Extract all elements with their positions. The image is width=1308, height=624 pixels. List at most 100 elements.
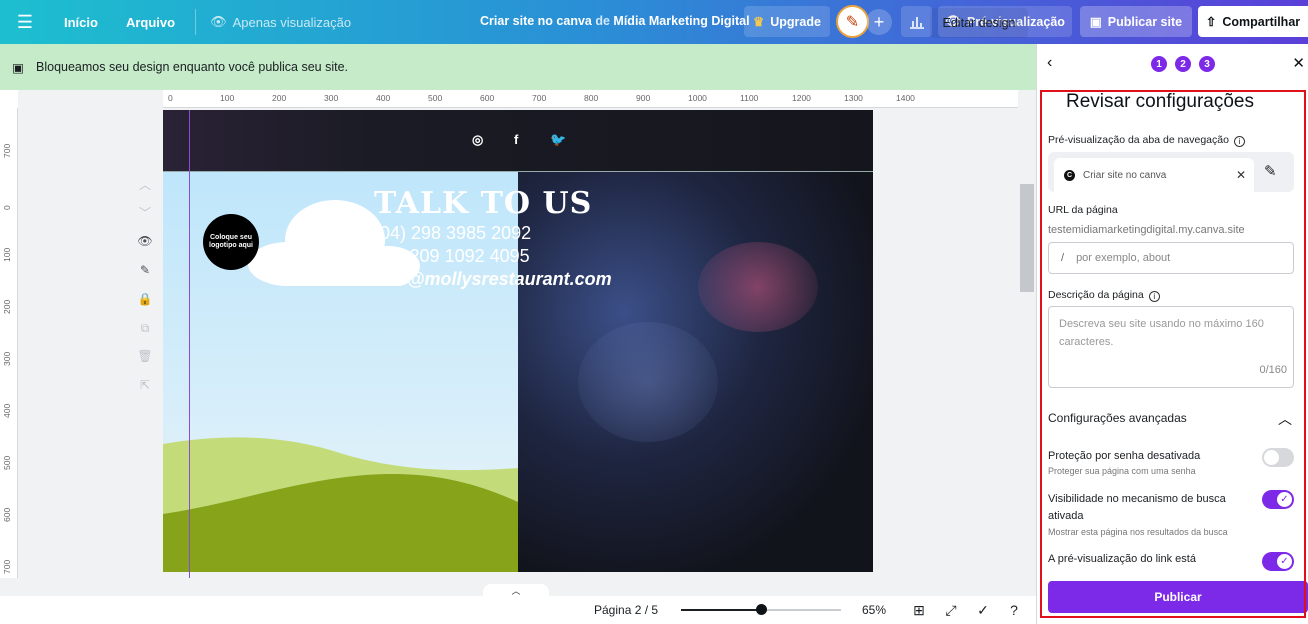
chevron-down-icon[interactable]: ﹀ [137,204,153,220]
eye-icon: 👁 [210,14,227,29]
trash-icon[interactable]: 🗑 [137,348,153,364]
back-icon[interactable]: ‹ [1047,54,1052,72]
search-visibility-subtitle: Mostrar esta página nos resultados da bu… [1048,527,1228,537]
publish-site-label: Publicar site [1107,14,1183,29]
notes-icon[interactable]: ✎ [137,262,153,278]
edit-design-button[interactable]: Editar design [930,8,1028,38]
tab-preview-label-text: Pré-visualização da aba de navegação [1048,134,1229,146]
add-page-icon[interactable]: ⇱ [137,377,153,393]
zoom-level[interactable]: 65% [862,603,886,617]
ruler-tick-label: 600 [2,507,12,522]
facebook-icon: f [514,132,519,147]
url-domain: testemidiamarketingdigital.my.canva.site [1048,224,1245,236]
description-field[interactable]: Descreva seu site usando no máximo 160 c… [1048,306,1294,388]
page-indicator[interactable]: Página 2 / 5 [594,603,658,617]
ruler-tick-label: 200 [272,93,287,103]
ruler-left: 700 0 100 200 300 400 500 600 700 [0,108,18,578]
email: info@mollysrestaurant.com [374,269,612,289]
ruler-tick-label: 900 [636,93,651,103]
browser-tab-preview: C Criar site no canva ✕ [1054,158,1254,192]
step-2[interactable]: 2 [1175,56,1191,72]
ruler-tick-label: 800 [584,93,599,103]
view-mode[interactable]: 👁 Apenas visualização [202,14,351,30]
info-icon[interactable]: i [1148,291,1160,302]
password-option-subtitle: Proteger sua página com uma senha [1048,466,1196,476]
lock-icon[interactable]: 🔒 [137,291,153,307]
chevron-up-icon[interactable]: ︿ [137,176,153,192]
fullscreen-icon[interactable]: ⤢ [941,600,961,620]
description-label-text: Descrição da página [1048,289,1144,301]
grid-view-icon[interactable]: ⊞ [909,600,929,620]
ruler-tick-label: 300 [2,351,12,366]
ruler-tick-label: 500 [428,93,443,103]
character-count: 0/160 [1259,364,1287,377]
phone-1: (04) 298 3985 2092 [374,223,532,243]
share-button[interactable]: ⇧ Compartilhar [1198,6,1308,37]
chevron-up-icon[interactable]: ︿ [1278,409,1292,429]
ruler-tick-label: 100 [2,247,12,262]
url-placeholder: por exemplo, about [1076,252,1171,264]
favicon-icon: C [1064,169,1075,181]
upgrade-label: Upgrade [770,14,821,29]
close-icon[interactable]: ✕ [1292,54,1305,72]
ruler-tick-label: 600 [480,93,495,103]
step-1[interactable]: 1 [1151,56,1167,72]
tab-preview-label: Pré-visualização da aba de navegação i [1048,134,1245,147]
duplicate-icon[interactable]: ⧉ [137,320,153,336]
share-label: Compartilhar [1222,14,1301,29]
glow [698,242,818,332]
glow [578,322,718,442]
home-link[interactable]: Início [50,15,112,30]
url-prefix: / [1061,252,1065,264]
publish-button[interactable]: Publicar [1048,581,1308,613]
twitter-icon: 🐦 [550,132,567,147]
guide-line [189,110,190,578]
contact-block[interactable]: TALK TO US (04) 298 3985 2092 +76 209 10… [374,186,612,290]
link-preview-toggle[interactable] [1262,552,1294,571]
tab-name: Criar site no canva [1083,169,1167,181]
advanced-settings-header[interactable]: Configurações avançadas [1048,411,1187,425]
publish-site-button[interactable]: ▣ Publicar site [1080,6,1192,37]
ruler-tick-label: 1200 [792,93,811,103]
ruler-tick-label: 1100 [740,93,759,103]
ruler-tick-label: 200 [2,299,12,314]
document-title[interactable]: Criar site no canva de Mídia Marketing D… [480,14,750,28]
doc-title-text: Criar site no canva [480,14,592,28]
stats-icon[interactable] [901,6,932,37]
avatar[interactable]: ✎ [836,5,869,38]
url-path-input[interactable]: / por exemplo, about [1048,242,1294,274]
check-icon[interactable]: ✓ [973,600,993,620]
hide-icon[interactable]: 👁 [137,233,153,249]
page-header: ◎ f 🐦 [163,110,873,172]
doc-title-sep: de [595,14,610,28]
pencil-icon[interactable]: ✎ [1264,162,1277,180]
canvas-page[interactable]: ◎ f 🐦 Coloque seu logotipo aqui [163,110,873,572]
menu-icon[interactable]: ☰ [0,12,50,33]
website-icon: ▣ [12,60,24,75]
ruler-tick-label: 700 [532,93,547,103]
password-toggle[interactable] [1262,448,1294,467]
step-3[interactable]: 3 [1199,56,1215,72]
ruler-tick-label: 300 [324,93,339,103]
banner-message: Bloqueamos seu design enquanto você publ… [36,60,349,74]
help-icon[interactable]: ? [1004,600,1024,620]
ruler-tick-label: 100 [220,93,235,103]
scrollbar-thumb[interactable] [1020,184,1034,292]
ruler-top: 0 100 200 300 400 500 600 700 800 900 1000 1100 1200… [163,90,1018,108]
zoom-slider-fill [681,609,761,611]
ruler-tick-label: 0 [2,205,12,210]
info-icon[interactable]: i [1233,136,1245,147]
ruler-corner [0,90,18,108]
file-menu[interactable]: Arquivo [112,15,189,30]
phone-2: +76 209 1092 4095 [374,246,530,266]
upload-icon: ⇧ [1205,15,1217,29]
search-visibility-toggle[interactable] [1262,490,1294,509]
vertical-scrollbar[interactable] [1018,90,1036,578]
ruler-tick-label: 1300 [844,93,863,103]
logo-placeholder[interactable]: Coloque seu logotipo aqui [203,214,259,270]
upgrade-button[interactable]: ♛ Upgrade [744,6,830,37]
zoom-slider-knob[interactable] [756,604,767,615]
view-mode-label: Apenas visualização [232,14,352,30]
add-member-icon[interactable]: + [866,9,892,35]
description-label: Descrição da página i [1048,289,1160,302]
